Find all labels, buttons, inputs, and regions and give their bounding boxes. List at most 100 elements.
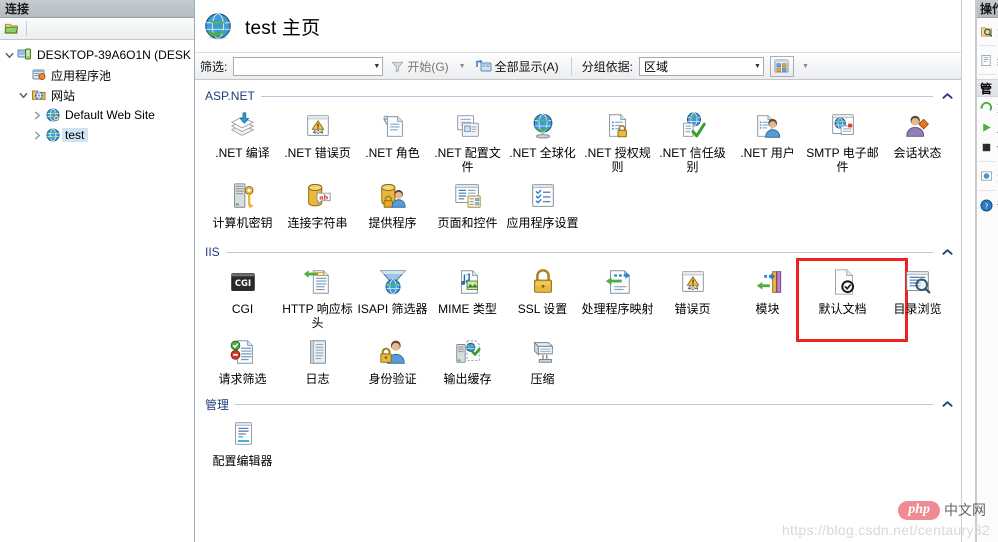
page-header: test 主页 [195,0,961,52]
feature-net-users[interactable]: .NET 用户 [730,110,805,174]
machine-key-icon [227,180,259,212]
explore-icon [980,25,993,38]
group-management: 管理 配置编辑器 [201,396,955,474]
feature-label: 身份验证 [368,372,417,386]
help-icon: ? [980,198,993,212]
feature-label: SSL 设置 [517,302,568,316]
feature-label: .NET 错误页 [284,146,351,160]
edit-permissions-icon [980,54,993,67]
group-title: IIS [205,245,220,259]
logging-icon [302,336,334,368]
feature-machine-key[interactable]: 计算机密钥 [205,180,280,230]
iis-manager-window: 连接 DESKTOP-39A6O1N (DESK 应用程序池 网站 Defaul… [0,0,998,542]
svg-text:CGI: CGI [234,278,250,288]
view-mode-button[interactable] [769,55,794,77]
action-item[interactable]: 编 [977,50,998,70]
feature-pages-and-controls[interactable]: 页面和控件 [430,180,505,230]
svg-text:?: ? [985,201,989,210]
open-folder-icon[interactable] [4,21,19,36]
feature-net-profile[interactable]: .NET 配置文件 [430,110,505,174]
feature-net-trust-levels[interactable]: .NET 信任级别 [655,110,730,174]
chevron-down-icon[interactable]: ▼ [373,63,380,70]
sites-folder-icon [30,87,48,103]
chevron-up-icon[interactable] [939,92,955,100]
group-header: ASP.NET [201,88,955,104]
feature-isapi-filters[interactable]: ISAPI 筛选器 [355,266,430,330]
chevron-down-icon[interactable] [16,86,30,104]
chevron-right-icon[interactable] [30,126,44,144]
tree-item-app-pools[interactable]: 应用程序池 [0,65,194,85]
feature-mime-types[interactable]: MIME 类型 [430,266,505,330]
feature-net-roles[interactable]: .NET 角色 [355,110,430,174]
server-icon [16,47,34,63]
action-item[interactable]: 重 [977,97,998,117]
actions-panel-header: 操作 [977,0,998,18]
feature-connection-strings[interactable]: ab 连接字符串 [280,180,355,230]
filter-input[interactable]: ▼ [233,56,384,76]
feature-net-error-pages[interactable]: 404 .NET 错误页 [280,110,355,174]
actions-separator [979,74,996,75]
feature-label: .NET 编译 [215,146,270,160]
action-item[interactable]: 浏 [977,21,998,41]
group-divider [260,95,933,97]
tree-item-server[interactable]: DESKTOP-39A6O1N (DESK [0,45,194,65]
group-divider [225,251,933,253]
feature-compression[interactable]: 压缩 [505,336,580,386]
tree-item-sites[interactable]: 网站 [0,85,194,105]
feature-handler-mappings[interactable]: 处理程序映射 [580,266,655,330]
chevron-down-icon[interactable]: ▼ [754,63,761,70]
feature-smtp-email[interactable]: SMTP 电子邮件 [805,110,880,174]
chevron-down-icon[interactable] [2,46,16,64]
feature-directory-browsing[interactable]: 目录浏览 [880,266,955,330]
tree-item-test[interactable]: test [0,125,194,145]
feature-net-authorization-rules[interactable]: .NET 授权规则 [580,110,655,174]
feature-error-pages[interactable]: 404 错误页 [655,266,730,330]
feature-modules[interactable]: 模块 [730,266,805,330]
go-button-label: 开始(G) [407,59,449,74]
toolbar-separator [26,21,27,36]
view-dropdown-arrow[interactable]: ▼ [800,63,811,70]
chevron-up-icon[interactable] [939,400,955,408]
feature-net-globalization[interactable]: .NET 全球化 [505,110,580,174]
net-profile-icon [452,110,484,142]
action-item[interactable]: 浏 [977,166,998,186]
tree-item-default-web-site[interactable]: Default Web Site [0,105,194,125]
group-title: ASP.NET [205,89,255,103]
net-trust-levels-icon [677,110,709,142]
application-settings-icon [527,180,559,212]
action-item[interactable]: ? 帮 [977,195,998,215]
feature-session-state[interactable]: 会话状态 [880,110,955,174]
feature-output-caching[interactable]: 输出缓存 [430,336,505,386]
action-item[interactable]: 停 [977,137,998,157]
features-view: ASP.NET .NET 编译 404 .NET 错误页 .NET 角色 .NE… [195,80,961,542]
panel-gap [962,0,976,542]
action-item[interactable]: 启 [977,117,998,137]
feature-application-settings[interactable]: 应用程序设置 [505,180,580,230]
go-dropdown-arrow[interactable]: ▼ [457,63,468,70]
feature-ssl-settings[interactable]: SSL 设置 [505,266,580,330]
net-compilation-icon [227,110,259,142]
feature-net-compilation[interactable]: .NET 编译 [205,110,280,174]
feature-request-filtering[interactable]: 请求筛选 [205,336,280,386]
chevron-up-icon[interactable] [939,248,955,256]
feature-label: 输出缓存 [443,372,492,386]
show-all-button[interactable]: 全部显示(A) [474,56,561,77]
feature-cgi[interactable]: CGI CGI [205,266,280,330]
feature-logging[interactable]: 日志 [280,336,355,386]
feature-configuration-editor[interactable]: 配置编辑器 [205,418,280,468]
handler-mappings-icon [602,266,634,298]
providers-icon [377,180,409,212]
group-by-select[interactable]: 区域 ▼ [638,56,764,76]
feature-label: .NET 授权规则 [584,146,651,174]
feature-authentication[interactable]: 身份验证 [355,336,430,386]
feature-providers[interactable]: 提供程序 [355,180,430,230]
app-pools-icon [30,67,48,83]
feature-label: 默认文档 [818,302,867,316]
feature-http-response-headers[interactable]: HTTP 响应标头 [280,266,355,330]
cgi-icon: CGI [227,266,259,298]
actions-list: 浏 编 管 重 [977,18,998,542]
go-button[interactable]: 开始(G) [389,56,450,77]
chevron-right-icon[interactable] [30,106,44,124]
feature-label: .NET 全球化 [509,146,576,160]
feature-default-document[interactable]: 默认文档 [796,258,908,342]
